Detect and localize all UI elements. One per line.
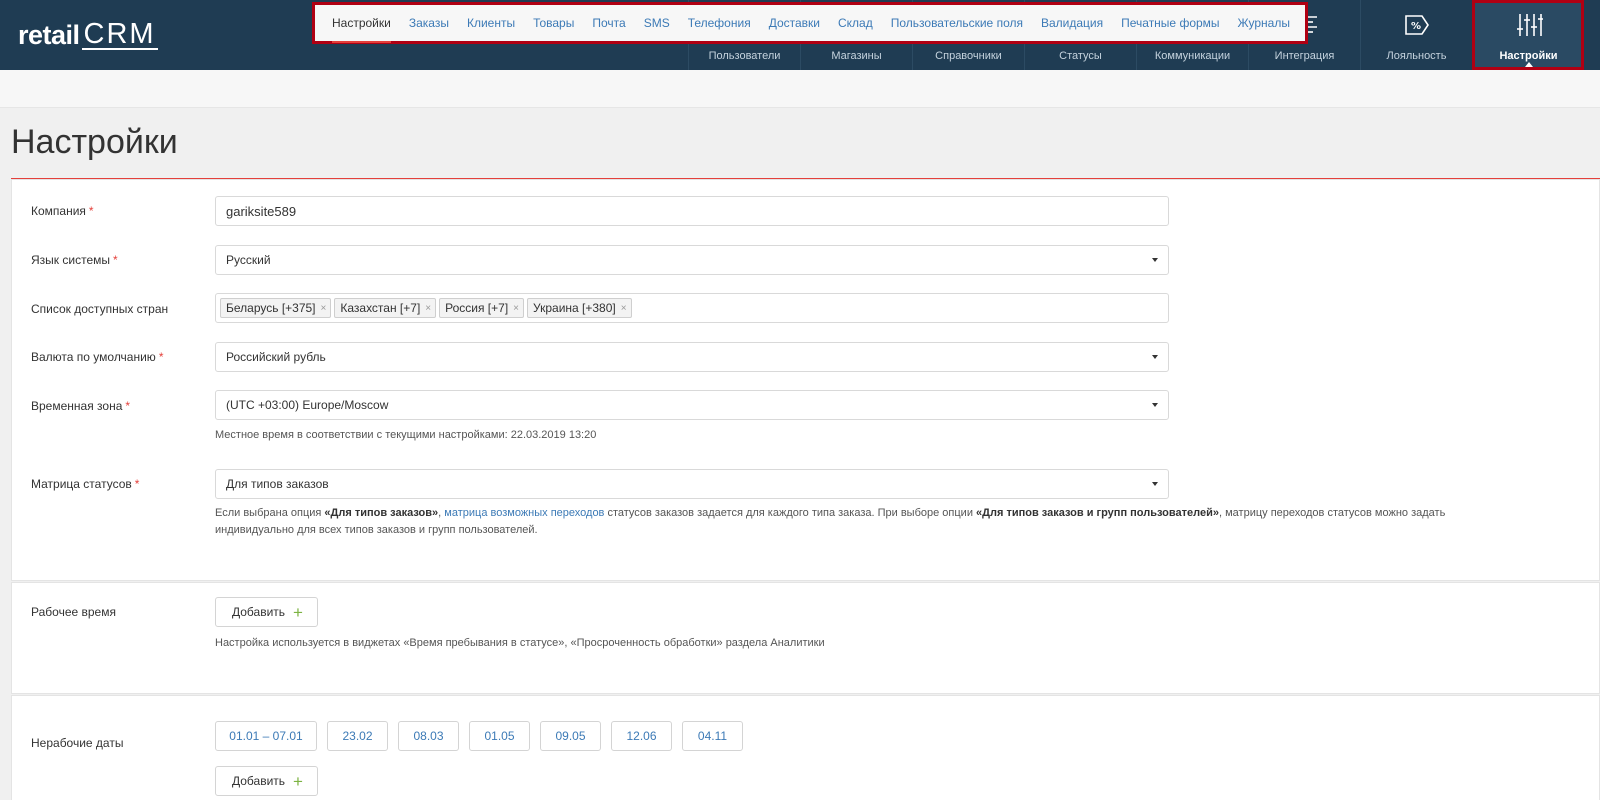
company-input[interactable]: gariksite589 (215, 196, 1169, 226)
percent-tag-icon: % (1404, 15, 1429, 35)
date-chip[interactable]: 23.02 (327, 721, 388, 751)
language-label: Язык системы * (31, 253, 118, 267)
subnav-print-forms[interactable]: Печатные формы (1121, 16, 1219, 30)
subnav-sms[interactable]: SMS (644, 16, 670, 30)
date-chip[interactable]: 01.05 (469, 721, 530, 751)
nav-item-settings[interactable]: Настройки (1472, 0, 1584, 70)
date-chip[interactable]: 09.05 (540, 721, 601, 751)
timezone-hint: Местное время в соответствии с текущими … (215, 429, 597, 441)
nav-item-loyalty[interactable]: % Лояльность (1360, 0, 1472, 70)
nav-label: Настройки (1499, 50, 1558, 62)
active-caret-icon (1524, 62, 1533, 67)
chevron-down-icon (1152, 403, 1158, 407)
remove-tag-icon[interactable]: × (425, 303, 431, 314)
status-matrix-hint: Если выбрана опция «Для типов заказов», … (215, 507, 1446, 536)
date-chip[interactable]: 04.11 (682, 721, 743, 751)
remove-tag-icon[interactable]: × (513, 303, 519, 314)
page-title: Настройки (11, 123, 178, 161)
country-tag: Беларусь [+375] × (220, 298, 332, 318)
working-time-label: Рабочее время (31, 605, 116, 619)
language-select[interactable]: Русский (215, 245, 1169, 275)
nav-label: Коммуникации (1154, 50, 1231, 62)
subnav-bar (0, 70, 1600, 108)
nav-label: Справочники (935, 50, 1002, 62)
subnav-warehouse[interactable]: Склад (838, 16, 873, 30)
plus-icon: + (293, 771, 303, 791)
subnav-validation[interactable]: Валидация (1041, 16, 1103, 30)
non-working-dates-card: Нерабочие даты 01.01 – 07.01 23.02 08.03… (11, 695, 1600, 800)
subnav-telephony[interactable]: Телефония (688, 16, 751, 30)
timezone-select[interactable]: (UTC +03:00) Europe/Moscow (215, 390, 1169, 420)
status-matrix-label: Матрица статусов * (31, 477, 140, 491)
company-label: Компания * (31, 204, 94, 218)
remove-tag-icon[interactable]: × (621, 303, 627, 314)
non-working-dates-label: Нерабочие даты (31, 736, 124, 750)
nav-label: Магазины (831, 50, 882, 62)
date-chip[interactable]: 01.01 – 07.01 (215, 721, 317, 751)
status-matrix-select[interactable]: Для типов заказов (215, 469, 1169, 499)
subnav-delivery[interactable]: Доставки (769, 16, 820, 30)
chevron-down-icon (1152, 355, 1158, 359)
working-time-hint: Настройка используется в виджетах «Время… (215, 637, 825, 649)
working-time-card: Рабочее время Добавить + Настройка исполь… (11, 582, 1600, 694)
chevron-down-icon (1152, 482, 1158, 486)
currency-label: Валюта по умолчанию * (31, 350, 164, 364)
country-tag: Казахстан [+7] × (334, 298, 437, 318)
country-tag: Украина [+380] × (527, 298, 632, 318)
subnav-mail[interactable]: Почта (592, 16, 625, 30)
chevron-down-icon (1152, 258, 1158, 262)
subnav-products[interactable]: Товары (533, 16, 574, 30)
subnav-logs[interactable]: Журналы (1238, 16, 1290, 30)
nav-label: Лояльность (1386, 50, 1447, 62)
nav-label: Статусы (1059, 50, 1102, 62)
settings-subnav: Настройки Заказы Клиенты Товары Почта SM… (312, 2, 1308, 44)
subnav-orders[interactable]: Заказы (409, 16, 449, 30)
non-working-dates-list: 01.01 – 07.01 23.02 08.03 01.05 09.05 12… (215, 721, 753, 751)
date-chip[interactable]: 12.06 (611, 721, 672, 751)
plus-icon: + (293, 602, 303, 622)
general-settings-card: Компания * gariksite589 Язык системы * Рус… (11, 179, 1600, 581)
date-chip[interactable]: 08.03 (398, 721, 459, 751)
timezone-label: Временная зона * (31, 399, 131, 413)
countries-multiselect[interactable]: Беларусь [+375] × Казахстан [+7] × Россия … (215, 293, 1169, 323)
country-tag: Россия [+7] × (439, 298, 525, 318)
subnav-settings[interactable]: Настройки (332, 16, 391, 43)
currency-select[interactable]: Российский рубль (215, 342, 1169, 372)
add-working-time-button[interactable]: Добавить + (215, 597, 318, 627)
subnav-customers[interactable]: Клиенты (467, 16, 515, 30)
retailcrm-logo[interactable]: retail CRM (18, 16, 158, 54)
countries-label: Список доступных стран (31, 302, 169, 316)
logo-crm: CRM (81, 18, 158, 50)
nav-label: Интеграция (1274, 50, 1335, 62)
nav-label: Пользователи (708, 50, 781, 62)
sliders-icon (1516, 14, 1543, 36)
logo-retail: retail (18, 19, 80, 50)
subnav-custom-fields[interactable]: Пользовательские поля (891, 16, 1023, 30)
svg-text:%: % (1411, 21, 1421, 32)
remove-tag-icon[interactable]: × (321, 303, 327, 314)
add-non-working-date-button[interactable]: Добавить + (215, 766, 318, 796)
transition-matrix-link[interactable]: матрица возможных переходов (444, 507, 604, 519)
